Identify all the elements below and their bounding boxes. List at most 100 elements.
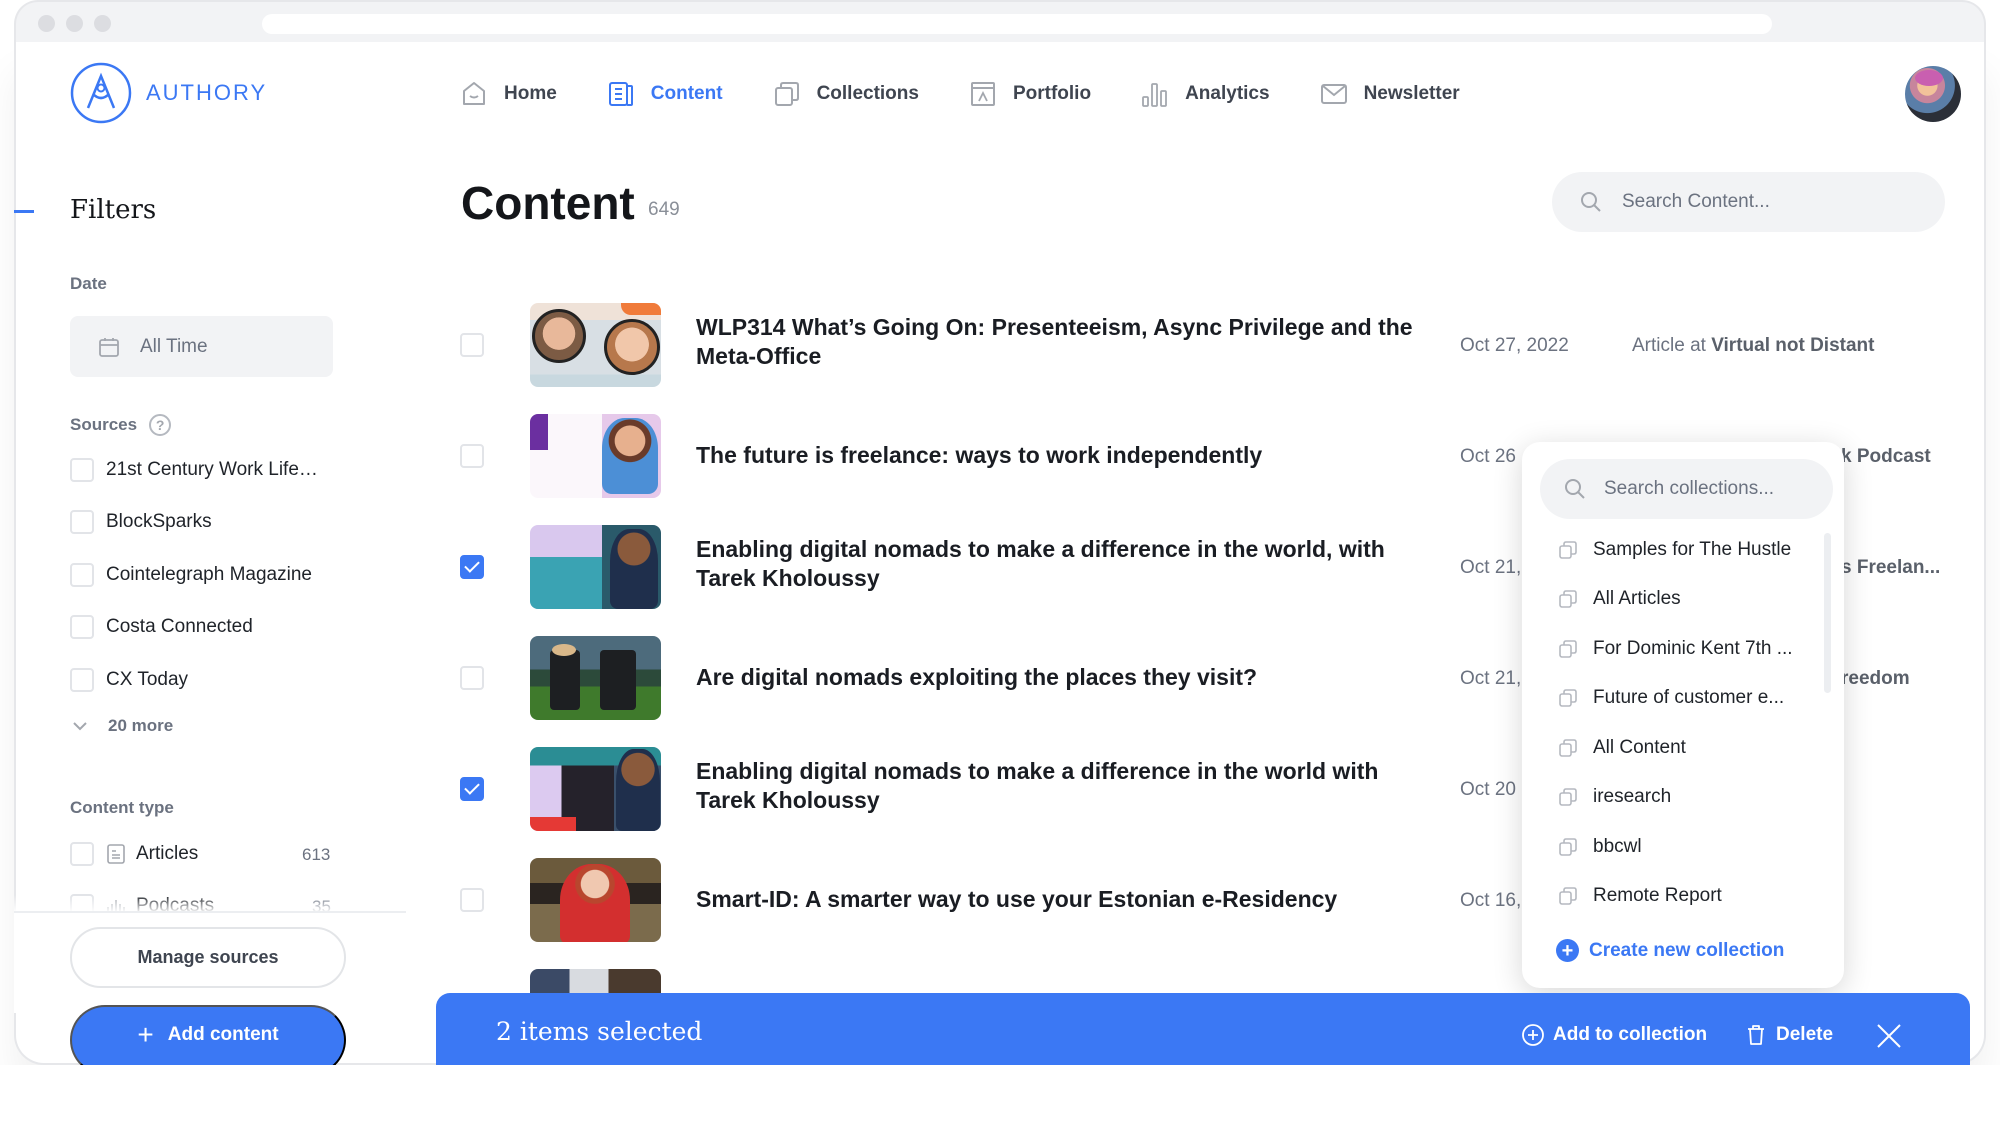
content-icon bbox=[608, 82, 633, 106]
collection-option[interactable]: Future of customer e... bbox=[1558, 687, 1784, 709]
user-avatar[interactable] bbox=[1905, 66, 1961, 122]
article-icon bbox=[107, 844, 125, 864]
sidebar-collapse-handle[interactable] bbox=[14, 210, 34, 213]
row-source[interactable]: Virtual not Distant bbox=[1711, 335, 1874, 356]
row-date: Oct 21, bbox=[1460, 668, 1522, 689]
collection-option[interactable]: All Content bbox=[1558, 737, 1686, 759]
row-meta: reedom bbox=[1841, 668, 1910, 690]
row-date: Oct 20 bbox=[1460, 779, 1516, 800]
collection-option[interactable]: Remote Report bbox=[1558, 885, 1722, 907]
row-source[interactable]: s Freelan... bbox=[1841, 557, 1940, 578]
collection-option-label: All Articles bbox=[1593, 588, 1681, 609]
search-icon bbox=[1565, 479, 1585, 499]
help-icon[interactable]: ? bbox=[149, 414, 172, 436]
collection-icon bbox=[1559, 689, 1577, 707]
row-title[interactable]: Enabling digital nomads to make a differ… bbox=[696, 535, 1436, 593]
date-filter-select[interactable]: All Time bbox=[70, 316, 333, 377]
address-bar[interactable] bbox=[262, 14, 1772, 34]
show-more-sources[interactable]: 20 more bbox=[70, 716, 173, 736]
content-type-label: Content type bbox=[70, 798, 174, 817]
collections-search-input[interactable]: Search collections... bbox=[1540, 459, 1833, 519]
row-title[interactable]: The future is freelance: ways to work in… bbox=[696, 441, 1436, 470]
source-filter-item[interactable]: 21st Century Work Life… bbox=[70, 458, 318, 482]
row-date: Oct 27, 2022 bbox=[1460, 335, 1569, 356]
row-title[interactable]: Are digital nomads exploiting the places… bbox=[696, 663, 1436, 692]
nav-home[interactable]: Home bbox=[460, 80, 557, 108]
show-more-label: 20 more bbox=[108, 716, 174, 735]
source-checkbox[interactable] bbox=[70, 563, 94, 587]
nav-analytics-label: Analytics bbox=[1185, 83, 1270, 104]
source-filter-item[interactable]: Cointelegraph Magazine bbox=[70, 563, 312, 587]
row-thumbnail[interactable] bbox=[530, 303, 661, 387]
window-minimize-dot[interactable] bbox=[66, 15, 83, 32]
collection-option[interactable]: All Articles bbox=[1558, 588, 1681, 610]
row-meta: k Podcast bbox=[1841, 446, 1931, 468]
window-maximize-dot[interactable] bbox=[94, 15, 111, 32]
row-checkbox[interactable] bbox=[460, 777, 484, 801]
content-type-label-text: Articles bbox=[136, 843, 199, 864]
row-title[interactable]: WLP314 What’s Going On: Presenteeism, As… bbox=[696, 313, 1436, 371]
nav-content[interactable]: Content bbox=[607, 80, 723, 108]
nav-newsletter-label: Newsletter bbox=[1363, 83, 1460, 104]
nav-collections-label: Collections bbox=[816, 83, 919, 104]
manage-sources-button[interactable]: Manage sources bbox=[70, 927, 346, 988]
nav-portfolio[interactable]: Portfolio bbox=[969, 80, 1091, 108]
row-thumbnail[interactable] bbox=[530, 414, 661, 498]
source-label: Cointelegraph Magazine bbox=[106, 564, 312, 585]
collection-option-label: bbcwl bbox=[1593, 836, 1642, 857]
row-thumbnail[interactable] bbox=[530, 747, 661, 831]
row-source[interactable]: k Podcast bbox=[1841, 446, 1931, 467]
nav-newsletter[interactable]: Newsletter bbox=[1320, 80, 1460, 108]
dropdown-scrollbar[interactable] bbox=[1824, 533, 1831, 693]
nav-content-label: Content bbox=[650, 83, 723, 104]
main-nav: Home Content Collections Portfolio Analy… bbox=[460, 76, 1510, 112]
delete-button[interactable]: Delete bbox=[1744, 1023, 1833, 1047]
row-checkbox[interactable] bbox=[460, 333, 484, 357]
calendar-icon bbox=[99, 337, 119, 357]
row-title[interactable]: Smart-ID: A smarter way to use your Esto… bbox=[696, 885, 1436, 914]
row-title[interactable]: Enabling digital nomads to make a differ… bbox=[696, 757, 1436, 815]
nav-home-label: Home bbox=[504, 83, 557, 104]
nav-analytics[interactable]: Analytics bbox=[1141, 80, 1270, 108]
source-checkbox[interactable] bbox=[70, 458, 94, 482]
collection-option-label: iresearch bbox=[1593, 786, 1672, 807]
close-icon[interactable] bbox=[1876, 1023, 1902, 1049]
row-date: Oct 26 bbox=[1460, 446, 1516, 467]
row-checkbox[interactable] bbox=[460, 666, 484, 690]
nav-collections[interactable]: Collections bbox=[773, 80, 919, 108]
row-thumbnail[interactable] bbox=[530, 636, 661, 720]
collection-option[interactable]: For Dominic Kent 7th ... bbox=[1558, 638, 1793, 660]
authory-logo[interactable]: AUTHORY bbox=[70, 62, 267, 124]
row-date: Oct 21, bbox=[1460, 557, 1522, 578]
create-new-collection-button[interactable]: + Create new collection bbox=[1556, 939, 1784, 962]
collection-option[interactable]: Samples for The Hustle bbox=[1558, 539, 1791, 561]
row-checkbox[interactable] bbox=[460, 555, 484, 579]
row-checkbox[interactable] bbox=[460, 888, 484, 912]
source-checkbox[interactable] bbox=[70, 510, 94, 534]
content-type-filter-item[interactable]: Articles bbox=[70, 842, 198, 866]
plus-icon: + bbox=[137, 1019, 154, 1050]
create-collection-label: Create new collection bbox=[1589, 939, 1785, 961]
chevron-down-icon bbox=[73, 722, 87, 731]
collection-option-label: Samples for The Hustle bbox=[1593, 539, 1792, 560]
add-to-collection-button[interactable]: Add to collection bbox=[1521, 1023, 1707, 1047]
content-search-input[interactable]: Search Content... bbox=[1552, 172, 1945, 232]
row-thumbnail[interactable] bbox=[530, 525, 661, 609]
source-filter-item[interactable]: Costa Connected bbox=[70, 615, 253, 639]
collection-icon bbox=[1559, 541, 1577, 559]
collection-option[interactable]: iresearch bbox=[1558, 786, 1671, 808]
window-close-dot[interactable] bbox=[38, 15, 55, 32]
content-type-checkbox[interactable] bbox=[70, 842, 94, 866]
source-filter-item[interactable]: CX Today bbox=[70, 668, 188, 692]
row-thumbnail[interactable] bbox=[530, 858, 661, 942]
selection-count-text: 2 items selected bbox=[496, 1017, 703, 1046]
sources-label: Sources bbox=[70, 415, 138, 434]
source-filter-item[interactable]: BlockSparks bbox=[70, 510, 212, 534]
content-row[interactable]: WLP314 What’s Going On: Presenteeism, As… bbox=[460, 303, 1980, 387]
row-source[interactable]: reedom bbox=[1841, 668, 1910, 689]
source-checkbox[interactable] bbox=[70, 668, 94, 692]
row-checkbox[interactable] bbox=[460, 444, 484, 468]
collection-option-label: All Content bbox=[1593, 737, 1686, 758]
collection-option[interactable]: bbcwl bbox=[1558, 836, 1642, 858]
source-checkbox[interactable] bbox=[70, 615, 94, 639]
